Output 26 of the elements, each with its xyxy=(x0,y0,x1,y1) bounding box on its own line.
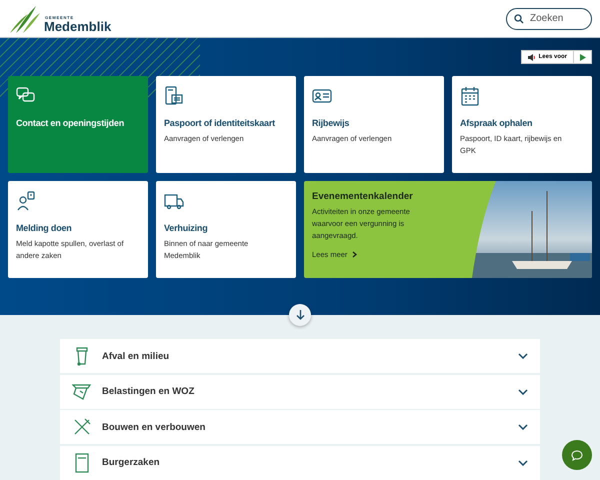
logo-name: Medemblik xyxy=(44,20,112,34)
scroll-down-button[interactable] xyxy=(289,304,311,326)
card-title: Contact en openingstijden xyxy=(16,118,126,128)
play-button[interactable] xyxy=(574,50,592,64)
chat-button[interactable] xyxy=(562,440,592,470)
calendar-icon xyxy=(460,86,480,106)
passport-icon xyxy=(164,86,184,106)
card-title: Paspoort of identiteitskaart xyxy=(164,118,276,128)
chevron-right-icon xyxy=(352,251,358,258)
chat-bubble-icon xyxy=(571,450,583,460)
card-title: Afspraak ophalen xyxy=(460,118,534,128)
search-field[interactable]: Zoeken xyxy=(506,8,592,30)
card-title: Rijbewijs xyxy=(312,118,350,128)
service-card[interactable]: Contact en openingstijden xyxy=(8,76,148,173)
topic-accordion[interactable]: Belastingen en WOZ xyxy=(60,374,540,408)
arrow-down-icon xyxy=(296,310,304,320)
card-title: Verhuizing xyxy=(164,223,209,233)
topic-accordion[interactable]: Afval en milieu xyxy=(60,339,540,373)
speaker-icon xyxy=(528,54,536,60)
card-title: Evenementenkalender xyxy=(312,191,414,202)
person-alert-icon xyxy=(16,191,36,211)
topic-accordion[interactable]: Bouwen en verbouwen xyxy=(60,410,540,444)
topic-accordion[interactable]: Burgerzaken xyxy=(60,446,540,480)
search-icon xyxy=(514,14,524,24)
play-icon xyxy=(580,54,586,60)
card-title: Melding doen xyxy=(16,223,73,233)
